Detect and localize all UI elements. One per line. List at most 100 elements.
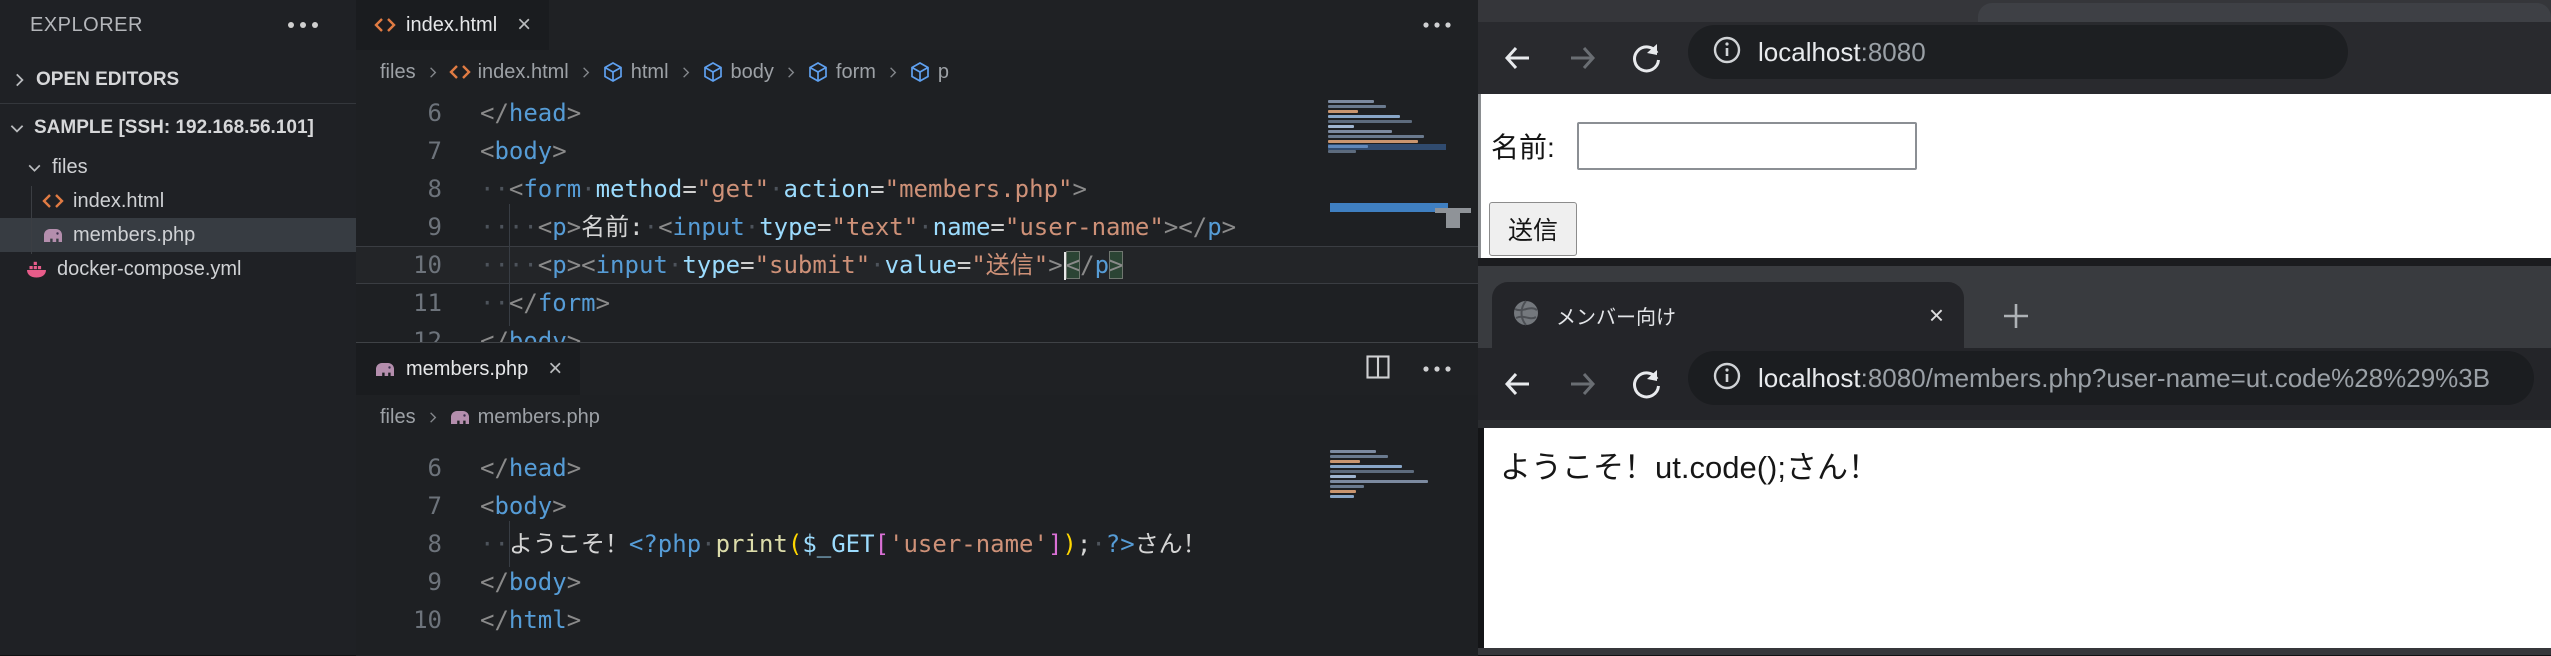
line-number: 8 (356, 170, 442, 208)
php-icon (449, 406, 471, 428)
browser2-page: ようこそ！ut.code();さん！ (1484, 428, 2551, 648)
back-icon[interactable] (1500, 22, 1536, 94)
breadcrumb-label: members.php (478, 406, 600, 429)
submit-button[interactable]: 送信 (1489, 202, 1577, 256)
new-tab-icon[interactable] (1988, 288, 2044, 344)
tab-members-php[interactable]: members.php × (356, 343, 580, 395)
browser2-window: メンバー向け × localhost:8080/members.php?user… (1478, 266, 2551, 655)
code-line-content: </body> (480, 563, 581, 601)
breadcrumb-label: p (938, 61, 949, 84)
tree-item-index-html[interactable]: index.html (0, 184, 356, 218)
code-line-content: </body> (480, 322, 581, 342)
code-line-content: ··ようこそ！<?php·print($_GET['user-name']);·… (480, 525, 1207, 563)
breadcrumb-separator-icon (578, 65, 593, 80)
breadcrumbs[interactable]: files index.html html body form p (356, 50, 1478, 94)
breadcrumb-item[interactable]: form (807, 61, 876, 84)
breadcrumb-item[interactable]: files (380, 61, 416, 84)
user-name-input[interactable] (1577, 122, 1917, 170)
open-editors-section[interactable]: OPEN EDITORS (0, 62, 366, 98)
tab-title: メンバー向け (1556, 301, 1913, 330)
breadcrumb-item[interactable]: html (602, 61, 669, 84)
code-line-content: ··<form·method="get"·action="members.php… (480, 170, 1087, 208)
docker-icon (26, 258, 48, 280)
tab-index-html[interactable]: index.html × (356, 0, 549, 50)
line-number: 10 (356, 601, 442, 639)
breadcrumb-item[interactable]: p (909, 61, 949, 84)
tree-item-label: members.php (73, 224, 195, 247)
tree-indent-guide (31, 186, 32, 254)
breadcrumb-item[interactable]: body (702, 61, 774, 84)
minimap-current-line-highlight (1328, 144, 1446, 150)
globe-icon (1512, 299, 1540, 332)
code-line-7: 7<body> (356, 132, 1478, 170)
php-icon (374, 358, 396, 380)
breadcrumb-separator-icon (783, 65, 798, 80)
code-editor-index-html[interactable]: 6</head>7<body>8 ··<form·method="get"·act… (356, 94, 1478, 342)
breadcrumb-label: files (380, 61, 416, 84)
tree-item-label: index.html (73, 190, 164, 213)
minimap-slider[interactable] (1330, 203, 1448, 212)
url-path: :8080 (1861, 37, 1926, 67)
tab-bar: members.php × (356, 343, 1478, 395)
breadcrumb-separator-icon (425, 65, 440, 80)
browser2-bottom-strip (1478, 648, 2551, 655)
site-info-icon[interactable] (1712, 35, 1742, 70)
minimap[interactable] (1330, 450, 1448, 500)
forward-icon[interactable] (1564, 22, 1600, 94)
browser1-page: 名前: 送信 (1478, 94, 2551, 258)
address-bar[interactable]: localhost:8080/members.php?user-name=ut.… (1688, 351, 2534, 405)
close-icon[interactable]: × (517, 13, 531, 37)
more-actions-icon[interactable] (1422, 365, 1452, 373)
line-number: 9 (356, 208, 442, 246)
explorer-more-icon[interactable] (286, 20, 320, 30)
tree-item-members-php[interactable]: members.php (0, 218, 356, 252)
code-line-6: 6</head> (356, 94, 1478, 132)
code-line-content: ··</form> (480, 284, 610, 322)
chevron-down-icon (26, 159, 43, 176)
code-line-7: 7<body> (356, 487, 1478, 525)
breadcrumb-item[interactable]: index.html (449, 61, 569, 84)
tree-item-label: docker-compose.yml (57, 258, 242, 281)
code-line-content: ····<p>名前:·<input·type="text"·name="user… (480, 208, 1236, 246)
site-info-icon[interactable] (1712, 361, 1742, 396)
editor-group-index-html: index.html × files index.html html body form… (356, 0, 1478, 342)
close-icon[interactable]: × (1929, 300, 1944, 331)
close-icon[interactable]: × (548, 357, 562, 381)
editor-actions (1364, 343, 1452, 395)
browser1-toolbar: localhost:8080 (1478, 22, 2551, 94)
explorer-title: EXPLORER (30, 14, 143, 37)
workspace-root-label: SAMPLE [SSH: 192.168.56.101] (34, 117, 314, 139)
breadcrumb-item[interactable]: members.php (449, 406, 600, 429)
chevron-right-icon (10, 71, 28, 89)
address-bar[interactable]: localhost:8080 (1688, 25, 2348, 79)
more-actions-icon[interactable] (1422, 21, 1452, 29)
tree-item-docker-compose-yml[interactable]: docker-compose.yml (0, 252, 356, 286)
browser1-tab-sliver (1978, 3, 2551, 22)
url-text: localhost:8080 (1758, 37, 1926, 68)
forward-icon[interactable] (1564, 348, 1600, 420)
split-editor-icon[interactable] (1364, 353, 1392, 386)
name-label: 名前: (1491, 126, 1555, 166)
url-path: :8080/members.php?user-name=ut.code%28%2… (1861, 363, 2490, 393)
line-number: 12 (356, 322, 442, 342)
reload-icon[interactable] (1628, 22, 1664, 94)
breadcrumb-label: html (631, 61, 669, 84)
workspace-root-section[interactable]: SAMPLE [SSH: 192.168.56.101] (0, 110, 364, 146)
code-line-9: 9</body> (356, 563, 1478, 601)
chevron-down-icon (8, 119, 26, 137)
breadcrumbs[interactable]: files members.php (356, 395, 1478, 439)
back-icon[interactable] (1500, 348, 1536, 420)
code-line-8: 8 ··<form·method="get"·action="members.ph… (356, 170, 1478, 208)
code-editor-members-php[interactable]: 6</head>7<body>8 ··ようこそ！<?php·print($_GET… (356, 449, 1478, 656)
line-number: 7 (356, 487, 442, 525)
line-number: 8 (356, 525, 442, 563)
code-line-6: 6</head> (356, 449, 1478, 487)
tab-bar: index.html × (356, 0, 1478, 50)
line-number: 6 (356, 94, 442, 132)
browser2-active-tab[interactable]: メンバー向け × (1492, 282, 1964, 348)
reload-icon[interactable] (1628, 348, 1664, 420)
breadcrumb-item[interactable]: files (380, 406, 416, 429)
html-icon (374, 14, 396, 36)
tree-item-files[interactable]: files (0, 150, 356, 184)
html-icon (449, 61, 471, 83)
